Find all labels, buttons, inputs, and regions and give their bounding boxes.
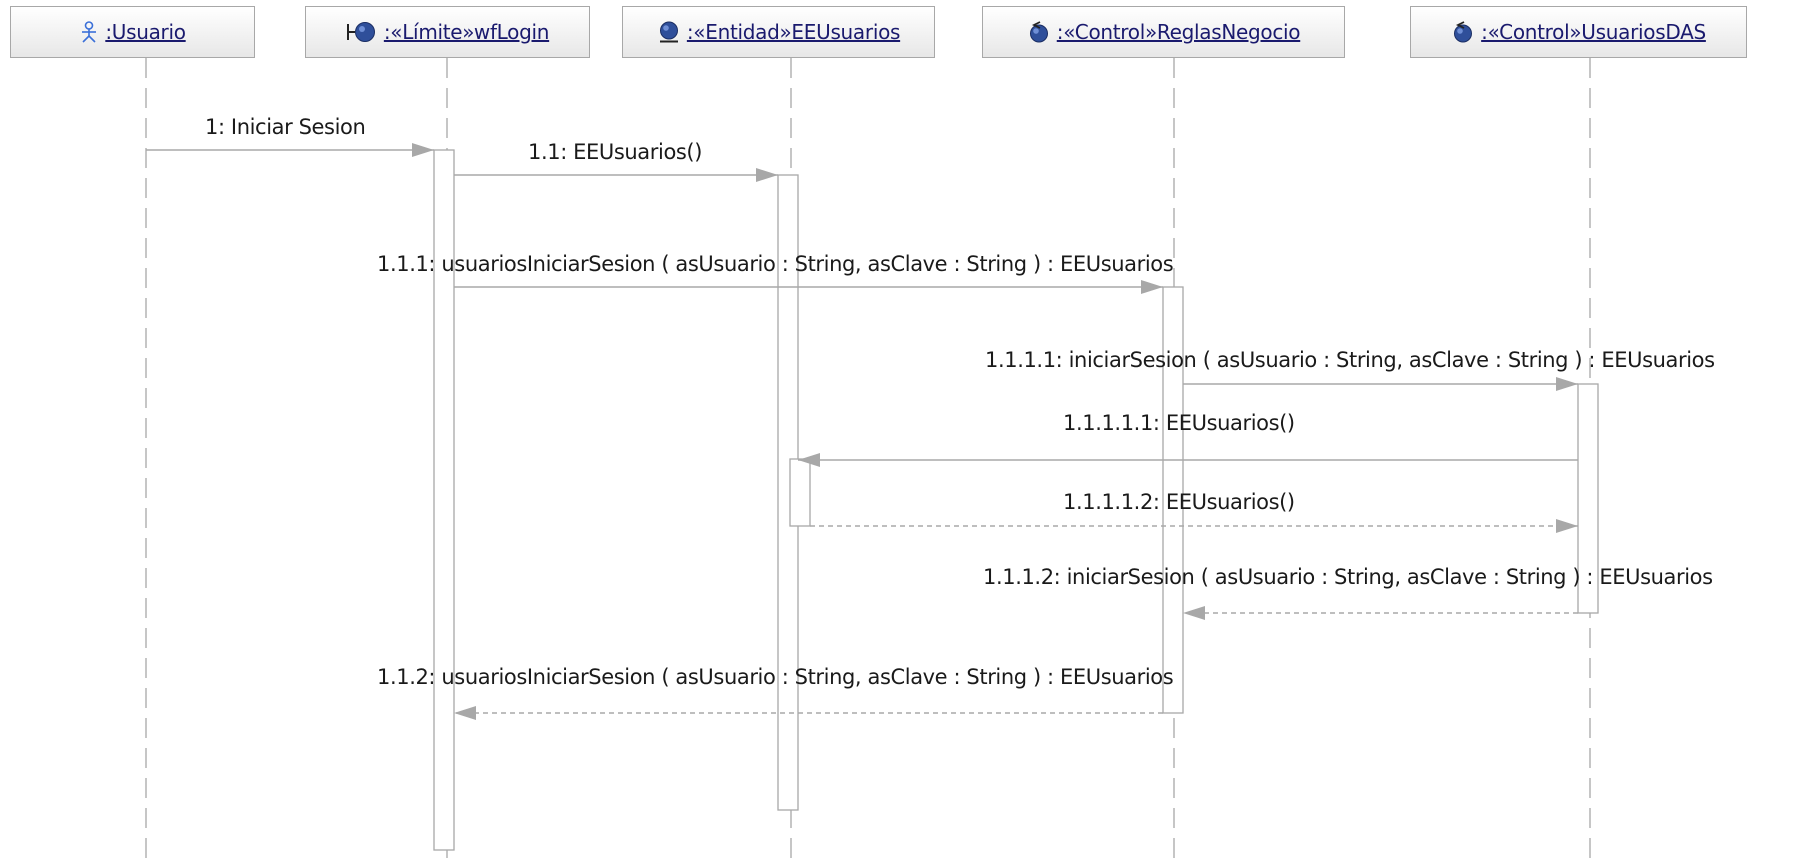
participant-wflogin[interactable]: :«Límite»wfLogin (305, 6, 590, 58)
arrow-head (1141, 280, 1163, 294)
message-label[interactable]: 1.1.2: usuariosIniciarSesion ( asUsuario… (377, 664, 1174, 690)
arrow-head (1183, 606, 1205, 620)
message-label[interactable]: 1.1.1.1.2: EEUsuarios() (1063, 489, 1295, 515)
activation-bar-eeusuarios (789, 458, 811, 527)
entity-icon (657, 21, 681, 43)
arrow-head (756, 168, 778, 182)
boundary-icon (346, 21, 378, 43)
message-label[interactable]: 1: Iniciar Sesion (205, 114, 366, 140)
participant-name: :«Límite»wfLogin (383, 20, 550, 44)
message-label[interactable]: 1.1.1.1: iniciarSesion ( asUsuario : Str… (985, 347, 1715, 373)
participant-eeusuarios[interactable]: :«Entidad»EEUsuarios (622, 6, 935, 58)
actor-icon (79, 21, 99, 43)
participant-usuariosdas[interactable]: :«Control»UsuariosDAS (1410, 6, 1747, 58)
participant-name: :Usuario (105, 20, 186, 44)
participant-name: :«Control»ReglasNegocio (1056, 20, 1301, 44)
message-label[interactable]: 1.1.1.1.1: EEUsuarios() (1063, 410, 1295, 436)
participant-reglas[interactable]: :«Control»ReglasNegocio (982, 6, 1345, 58)
arrow-head (1556, 519, 1578, 533)
arrow-head (454, 706, 476, 720)
arrow-head (1556, 377, 1578, 391)
arrow-head (412, 143, 434, 157)
participant-usuario[interactable]: :Usuario (10, 6, 255, 58)
participant-name: :«Entidad»EEUsuarios (686, 20, 901, 44)
sequence-diagram: 1: Iniciar Sesion 1.1: EEUsuarios() 1.1.1:… (0, 0, 1798, 858)
participant-name: :«Control»UsuariosDAS (1481, 20, 1706, 44)
control-icon (1027, 21, 1051, 43)
message-label[interactable]: 1.1: EEUsuarios() (528, 139, 702, 165)
message-label[interactable]: 1.1.1: usuariosIniciarSesion ( asUsuario… (377, 251, 1174, 277)
message-label[interactable]: 1.1.1.2: iniciarSesion ( asUsuario : Str… (983, 564, 1713, 590)
control-icon (1451, 21, 1475, 43)
